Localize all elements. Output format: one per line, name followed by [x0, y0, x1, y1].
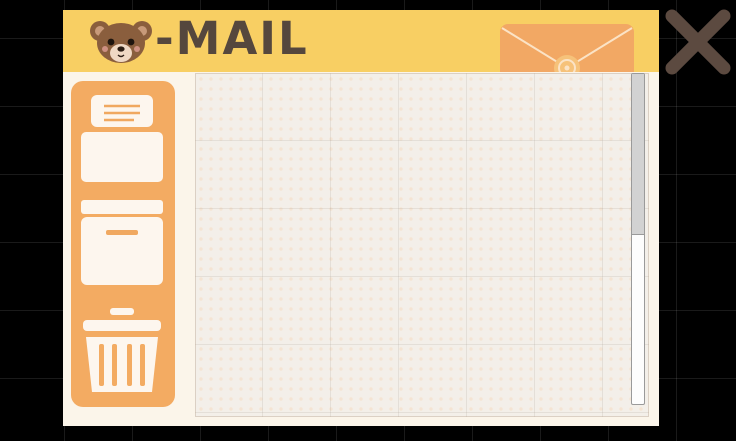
- app-title: -MAIL: [155, 12, 309, 65]
- bear-face-icon: [90, 21, 152, 63]
- scrollbar-thumb[interactable]: [632, 74, 644, 235]
- sidebar: [71, 81, 175, 407]
- archive-box-icon[interactable]: [80, 199, 164, 285]
- close-icon[interactable]: [664, 8, 732, 76]
- scrollbar[interactable]: [631, 73, 645, 405]
- mail-window: -MAIL: [63, 10, 659, 426]
- window-header: -MAIL: [63, 10, 659, 72]
- inbox-icon[interactable]: [80, 94, 164, 182]
- envelope-icon: [500, 24, 634, 72]
- trash-can-icon[interactable]: [80, 306, 164, 394]
- mail-list: [195, 73, 649, 417]
